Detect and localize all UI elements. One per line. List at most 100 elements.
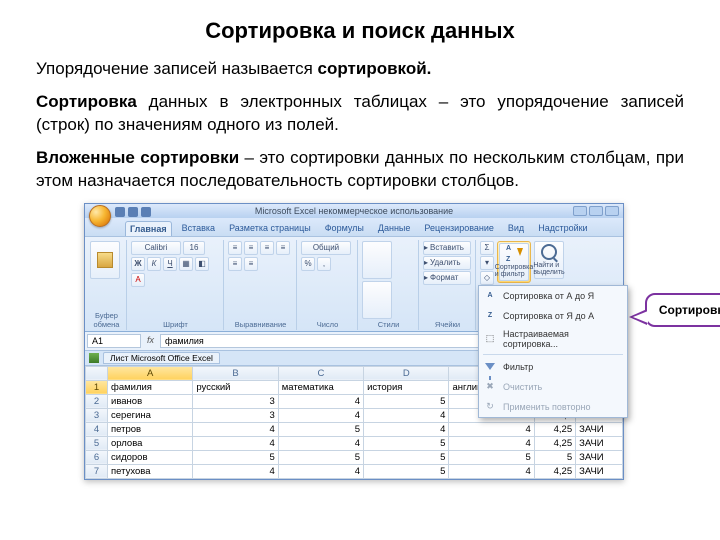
office-button[interactable] [89,205,111,227]
format-table[interactable] [362,281,392,319]
col-header[interactable]: B [193,366,278,380]
cell[interactable]: иванов [108,394,193,408]
align-bot[interactable]: ≡ [260,241,274,255]
cell[interactable]: ЗАЧИ [576,422,623,436]
cell[interactable]: 4 [364,408,449,422]
cell[interactable]: 4 [193,436,278,450]
fill-button[interactable]: ▾ [480,256,494,270]
col-header[interactable]: A [108,366,193,380]
cell[interactable]: 3 [193,394,278,408]
menu-reapply[interactable]: ↻Применить повторно [479,397,627,417]
row-header[interactable]: 1 [86,380,108,394]
window-controls[interactable] [573,206,619,216]
cell[interactable]: фамилия [108,380,193,394]
format-button[interactable]: ▸ Формат [423,271,471,285]
quick-access-toolbar[interactable] [115,207,151,217]
corner-cell[interactable] [86,366,108,380]
cell[interactable]: орлова [108,436,193,450]
cell[interactable]: 4 [278,408,363,422]
cell[interactable]: 5 [364,450,449,464]
italic-button[interactable]: К [147,257,161,271]
tab-data[interactable]: Данные [374,221,415,236]
align-right[interactable]: ≡ [244,257,258,271]
cell[interactable]: петухова [108,464,193,478]
cell[interactable]: 5 [278,422,363,436]
font-size[interactable]: 16 [183,241,205,255]
tab-home[interactable]: Главная [125,221,172,236]
cell[interactable]: серегина [108,408,193,422]
cell[interactable]: 5 [193,450,278,464]
tab-review[interactable]: Рецензирование [420,221,498,236]
autosum[interactable]: Σ [480,241,494,255]
cell[interactable]: русский [193,380,278,394]
cell[interactable]: 5 [364,436,449,450]
cond-format[interactable] [362,241,392,279]
cell[interactable]: 4 [449,436,534,450]
menu-custom-sort[interactable]: ⬚Настраиваемая сортировка... [479,326,627,352]
cell[interactable]: 4 [449,422,534,436]
underline-button[interactable]: Ч [163,257,177,271]
cell[interactable]: 4 [278,394,363,408]
cell[interactable]: 3 [193,408,278,422]
font-color[interactable]: A [131,273,145,287]
cell[interactable]: 4 [449,464,534,478]
menu-separator [483,354,623,355]
cell[interactable]: ЗАЧИ [576,464,623,478]
align-center[interactable]: ≡ [228,257,242,271]
col-header[interactable]: D [364,366,449,380]
row-header[interactable]: 7 [86,464,108,478]
cell[interactable]: 4,25 [534,422,575,436]
percent-button[interactable]: % [301,257,315,271]
align-top[interactable]: ≡ [228,241,242,255]
row-header[interactable]: 5 [86,436,108,450]
insert-button[interactable]: ▸ Вставить [423,241,471,255]
font-select[interactable]: Calibri [131,241,181,255]
cell[interactable]: 5 [364,464,449,478]
name-box[interactable]: A1 [87,334,141,348]
tab-insert[interactable]: Вставка [178,221,219,236]
tab-layout[interactable]: Разметка страницы [225,221,315,236]
fill-color[interactable]: ◧ [195,257,209,271]
cell[interactable]: история [364,380,449,394]
cell[interactable]: 5 [449,450,534,464]
cell[interactable]: 4 [193,464,278,478]
comma-button[interactable]: , [317,257,331,271]
menu-sort-az[interactable]: Сортировка от А до Я [479,286,627,306]
col-header[interactable]: C [278,366,363,380]
align-left[interactable]: ≡ [276,241,290,255]
find-select-button[interactable]: Найти и выделить [534,241,564,279]
bold-button[interactable]: Ж [131,257,145,271]
cell[interactable]: ЗАЧИ [576,436,623,450]
clear-button[interactable]: ◇ [480,271,494,285]
tab-view[interactable]: Вид [504,221,528,236]
tab-formulas[interactable]: Формулы [321,221,368,236]
menu-filter[interactable]: Фильтр [479,357,627,377]
row-header[interactable]: 3 [86,408,108,422]
cell[interactable]: 5 [364,394,449,408]
row-header[interactable]: 2 [86,394,108,408]
workbook-tab[interactable]: Лист Microsoft Office Excel [103,352,220,364]
cell[interactable]: 5 [278,450,363,464]
cell[interactable]: ЗАЧИ [576,450,623,464]
align-mid[interactable]: ≡ [244,241,258,255]
row-header[interactable]: 6 [86,450,108,464]
number-format[interactable]: Общий [301,241,351,255]
cell[interactable]: 4,25 [534,436,575,450]
delete-button[interactable]: ▸ Удалить [423,256,471,270]
cell[interactable]: 5 [534,450,575,464]
sort-filter-button[interactable]: Сортировка и фильтр [499,243,529,281]
paste-button[interactable] [90,241,120,279]
row-header[interactable]: 4 [86,422,108,436]
menu-sort-za[interactable]: Сортировка от Я до А [479,306,627,326]
cell[interactable]: 4 [278,436,363,450]
cell[interactable]: петров [108,422,193,436]
cell[interactable]: 4 [193,422,278,436]
border-button[interactable]: ▦ [179,257,193,271]
menu-clear[interactable]: ✖Очистить [479,377,627,397]
cell[interactable]: математика [278,380,363,394]
cell[interactable]: 4 [364,422,449,436]
cell[interactable]: сидоров [108,450,193,464]
cell[interactable]: 4,25 [534,464,575,478]
cell[interactable]: 4 [278,464,363,478]
tab-addins[interactable]: Надстройки [534,221,591,236]
